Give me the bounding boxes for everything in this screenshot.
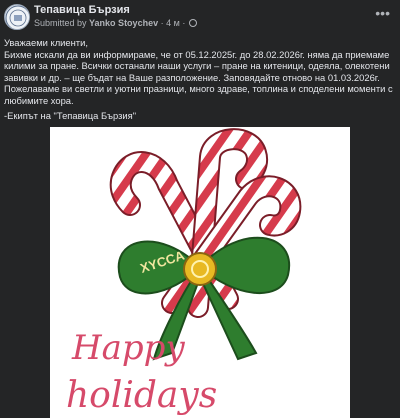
byline-prefix: Submitted by <box>34 18 87 28</box>
page-logo-icon <box>5 5 29 29</box>
more-options-icon[interactable]: ••• <box>375 6 390 20</box>
byline-separator: · <box>160 18 164 28</box>
body-line: Пожелаваме ви светли и уютни празници, м… <box>4 83 393 106</box>
candy-cane-illustration: XYCCA Happy holidays <box>66 128 302 416</box>
bell-icon <box>183 252 217 286</box>
page-name[interactable]: Тепавица Бързия <box>34 4 130 16</box>
feed-post: Тепавица Бързия Submitted by Yanko Stoyc… <box>0 0 400 418</box>
greeting-line1: Happy <box>71 328 185 368</box>
globe-icon <box>188 19 197 27</box>
author-name[interactable]: Yanko Stoychev <box>89 18 158 28</box>
post-time[interactable]: 4 м <box>166 18 180 28</box>
greeting-line2: holidays <box>66 375 217 416</box>
post-signoff: -Екипът на "Тепавица Бързия" <box>4 110 137 121</box>
post-image[interactable]: XYCCA Happy holidays <box>50 127 350 418</box>
body-line: Бихме искали да ви информираме, че от 05… <box>4 48 390 83</box>
page-avatar[interactable] <box>4 4 30 30</box>
byline-separator: · <box>182 18 186 28</box>
post-byline: Submitted by Yanko Stoychev · 4 м · <box>34 18 197 28</box>
body-line: Уважаеми клиенти, <box>4 37 88 48</box>
post-header: Тепавица Бързия Submitted by Yanko Stoyc… <box>0 0 400 34</box>
post-body: Уважаеми клиенти, Бихме искали да ви инф… <box>4 37 396 107</box>
